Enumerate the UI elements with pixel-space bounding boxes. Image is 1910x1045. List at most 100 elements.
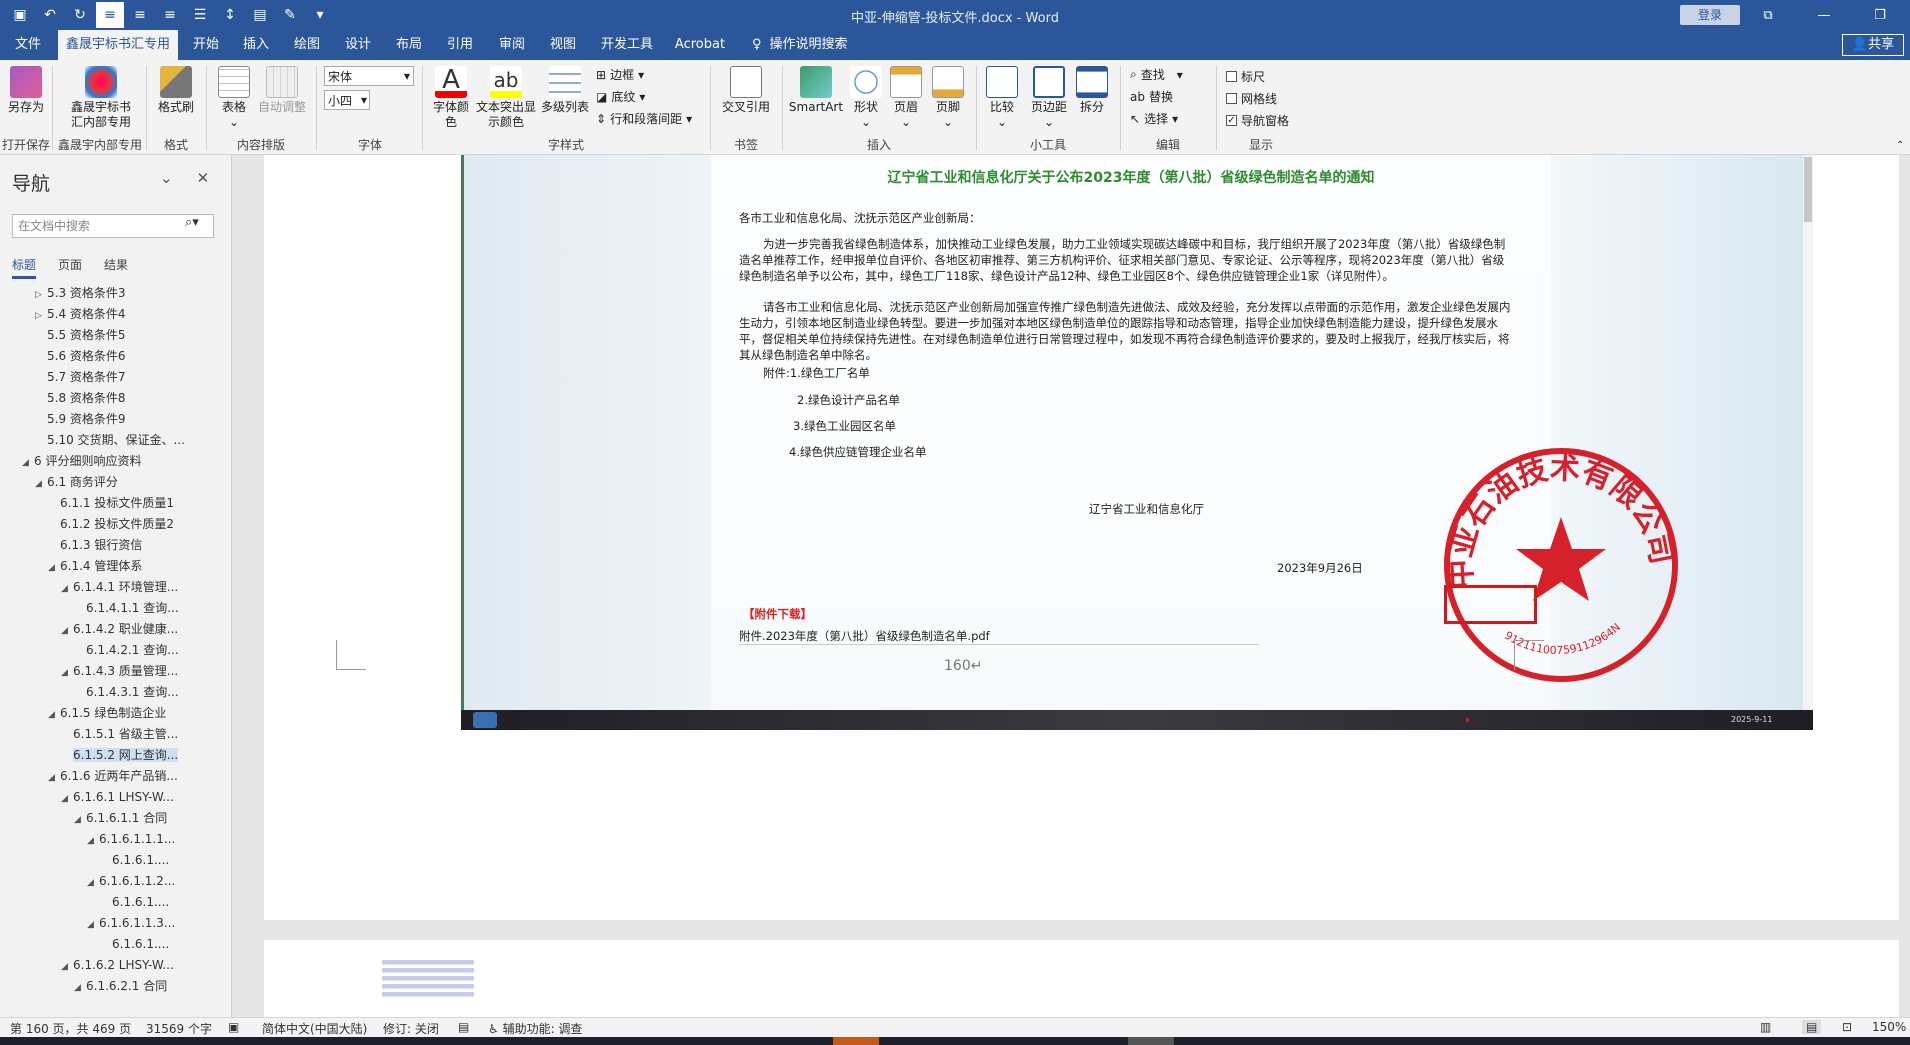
split-button[interactable]: 拆分 bbox=[1074, 66, 1110, 115]
nav-heading-item[interactable]: 6.1.6.1.... bbox=[0, 850, 231, 871]
nav-heading-item[interactable]: 6.1.4.1.1 查询... bbox=[0, 598, 231, 619]
smartart-button[interactable]: SmartArt bbox=[788, 66, 844, 115]
ribbon-display-icon[interactable]: ⧉ bbox=[1740, 0, 1796, 30]
language-status[interactable]: 简体中文(中国大陆) bbox=[262, 1020, 367, 1037]
margins-button[interactable]: 页边距 ⌄ bbox=[1028, 66, 1070, 130]
autofit-button[interactable]: 自动调整 bbox=[256, 66, 308, 115]
tab-pages[interactable]: 页面 bbox=[58, 256, 82, 279]
select-button[interactable]: ↖ 选择 ▾ bbox=[1130, 110, 1178, 127]
zoom-level[interactable]: 150% bbox=[1872, 1020, 1906, 1034]
multilevel-list-button[interactable]: 多级列表 bbox=[540, 66, 590, 115]
expand-icon[interactable]: ▷ bbox=[35, 285, 47, 306]
spacing-button[interactable]: ⇕ 行和段落间距 ▾ bbox=[596, 110, 692, 127]
replace-button[interactable]: ab 替换 bbox=[1130, 88, 1173, 105]
nav-heading-item[interactable]: ◢ 6.1 商务评分 bbox=[0, 472, 231, 493]
collapse-ribbon-icon[interactable]: ⌃ bbox=[1896, 140, 1904, 151]
nav-options-icon[interactable]: ⌄ bbox=[160, 169, 173, 187]
nav-heading-item[interactable]: ◢ 6.1.6.1.1 合同 bbox=[0, 808, 231, 829]
page-count[interactable]: 第 160 页，共 469 页 bbox=[10, 1020, 131, 1037]
font-name-select[interactable]: 宋体 ▾ bbox=[324, 66, 414, 86]
tab-references[interactable]: 引用 bbox=[442, 30, 478, 60]
nav-heading-item[interactable]: ◢ 6.1.5 绿色制造企业 bbox=[0, 703, 231, 724]
tab-insert[interactable]: 插入 bbox=[238, 30, 274, 60]
accessibility-status[interactable]: ♿ 辅助功能: 调查 bbox=[488, 1020, 582, 1037]
collapse-icon[interactable]: ◢ bbox=[74, 810, 86, 831]
font-size-select[interactable]: 小四 ▾ bbox=[324, 90, 370, 110]
nav-heading-item[interactable]: 6.1.3 银行资信 bbox=[0, 535, 231, 556]
nav-heading-item[interactable]: ◢ 6.1.6.1.1.3... bbox=[0, 913, 231, 934]
nav-heading-item[interactable]: 6.1.1 投标文件质量1 bbox=[0, 493, 231, 514]
ruler-checkbox[interactable]: 标尺 bbox=[1226, 68, 1265, 85]
cross-reference-button[interactable]: 交叉引用 bbox=[718, 66, 774, 115]
close-icon[interactable]: ✕ bbox=[197, 169, 210, 187]
table-button[interactable]: 表格 ⌄ bbox=[214, 66, 254, 130]
nav-heading-item[interactable]: ◢ 6.1.6.1.1.2... bbox=[0, 871, 231, 892]
search-icon[interactable]: ⌕▾ bbox=[185, 215, 199, 230]
shading-button[interactable]: ◪ 底纹 ▾ bbox=[596, 88, 645, 105]
nav-heading-item[interactable]: 5.8 资格条件8 bbox=[0, 388, 231, 409]
find-button[interactable]: ⌕ 查找 ▾ bbox=[1130, 66, 1183, 83]
tell-me-search[interactable]: ♀ 操作说明搜索 bbox=[752, 30, 848, 60]
collapse-icon[interactable]: ◢ bbox=[61, 789, 73, 810]
tab-acrobat[interactable]: Acrobat bbox=[670, 30, 730, 60]
nav-heading-item[interactable]: 5.5 资格条件5 bbox=[0, 325, 231, 346]
tab-headings[interactable]: 标题 bbox=[12, 256, 37, 279]
nav-heading-item[interactable]: 5.10 交货期、保证金、... bbox=[0, 430, 231, 451]
collapse-icon[interactable]: ◢ bbox=[35, 474, 47, 495]
tab-layout[interactable]: 布局 bbox=[391, 30, 427, 60]
nav-heading-item[interactable]: ◢ 6.1.4.2 职业健康... bbox=[0, 619, 231, 640]
nav-heading-item[interactable]: 5.6 资格条件6 bbox=[0, 346, 231, 367]
nav-search-input[interactable]: 在文档中搜索 bbox=[12, 214, 214, 238]
collapse-icon[interactable]: ◢ bbox=[87, 831, 99, 852]
word-count[interactable]: 31569 个字 bbox=[146, 1020, 212, 1037]
tab-home[interactable]: 开始 bbox=[188, 30, 224, 60]
collapse-icon[interactable]: ◢ bbox=[22, 453, 34, 474]
nav-heading-item[interactable]: 6.1.4.3.1 查询... bbox=[0, 682, 231, 703]
tab-file[interactable]: 文件 bbox=[10, 30, 46, 60]
gridlines-checkbox[interactable]: 网格线 bbox=[1226, 90, 1277, 107]
login-button[interactable]: 登录 bbox=[1680, 5, 1740, 25]
tab-design[interactable]: 设计 bbox=[340, 30, 376, 60]
nav-heading-item[interactable]: ◢ 6.1.4.3 质量管理... bbox=[0, 661, 231, 682]
nav-heading-item[interactable]: ◢ 6.1.4 管理体系 bbox=[0, 556, 231, 577]
font-color-button[interactable]: A 字体颜色 bbox=[430, 66, 472, 130]
nav-heading-item[interactable]: 6.1.6.1.... bbox=[0, 892, 231, 913]
nav-heading-item[interactable]: ◢ 6.1.6 近两年产品销... bbox=[0, 766, 231, 787]
nav-heading-item[interactable]: 6.1.4.2.1 查询... bbox=[0, 640, 231, 661]
nav-heading-item[interactable]: 5.7 资格条件7 bbox=[0, 367, 231, 388]
proofing-icon[interactable]: ▣ bbox=[228, 1020, 239, 1034]
nav-heading-item[interactable]: ◢ 6.1.4.1 环境管理... bbox=[0, 577, 231, 598]
collapse-icon[interactable]: ◢ bbox=[61, 957, 73, 978]
web-layout-icon[interactable]: ⊡ bbox=[1842, 1020, 1852, 1034]
nav-heading-item[interactable]: ◢ 6.1.6.2 LHSY-W... bbox=[0, 955, 231, 976]
nav-heading-item[interactable]: 5.9 资格条件9 bbox=[0, 409, 231, 430]
tab-review[interactable]: 审阅 bbox=[494, 30, 530, 60]
nav-heading-item[interactable]: 6.1.5.2 网上查询... bbox=[0, 745, 231, 766]
print-layout-icon[interactable]: ▤ bbox=[1802, 1020, 1822, 1034]
nav-heading-item[interactable]: 6.1.5.1 省级主管... bbox=[0, 724, 231, 745]
nav-heading-item[interactable]: ◢ 6.1.6.1.1.1... bbox=[0, 829, 231, 850]
xsy-internal-button[interactable]: 鑫晟宇标书 汇内部专用 bbox=[62, 66, 140, 130]
macro-icon[interactable]: ▤ bbox=[458, 1020, 469, 1034]
collapse-icon[interactable]: ◢ bbox=[48, 768, 60, 789]
attachment-link[interactable]: 附件.2023年度（第八批）省级绿色制造名单.pdf bbox=[739, 628, 1259, 645]
format-painter-button[interactable]: 格式刷 bbox=[154, 66, 198, 115]
collapse-icon[interactable]: ◢ bbox=[61, 663, 73, 684]
taskbar-item[interactable] bbox=[833, 1037, 879, 1045]
collapse-icon[interactable]: ◢ bbox=[48, 558, 60, 579]
nav-heading-item[interactable]: ◢ 6.1.6.2.1 合同 bbox=[0, 976, 231, 997]
nav-heading-item[interactable]: 6.1.6.1.... bbox=[0, 934, 231, 955]
border-button[interactable]: ⊞ 边框 ▾ bbox=[596, 66, 644, 83]
header-button[interactable]: 页眉 ⌄ bbox=[888, 66, 924, 130]
shape-button[interactable]: 形状 ⌄ bbox=[848, 66, 884, 130]
tab-results[interactable]: 结果 bbox=[104, 256, 128, 279]
nav-heading-item[interactable]: ◢ 6.1.6.1 LHSY-W... bbox=[0, 787, 231, 808]
collapse-icon[interactable]: ◢ bbox=[87, 915, 99, 936]
footer-button[interactable]: 页脚 ⌄ bbox=[930, 66, 966, 130]
compare-button[interactable]: 比较 ⌄ bbox=[984, 66, 1020, 130]
read-mode-icon[interactable]: ▥ bbox=[1760, 1020, 1771, 1034]
collapse-icon[interactable]: ◢ bbox=[87, 873, 99, 894]
tab-xsy[interactable]: 鑫晟宇标书汇专用 bbox=[58, 30, 178, 60]
collapse-icon[interactable]: ◢ bbox=[61, 579, 73, 600]
collapse-icon[interactable]: ◢ bbox=[48, 705, 60, 726]
